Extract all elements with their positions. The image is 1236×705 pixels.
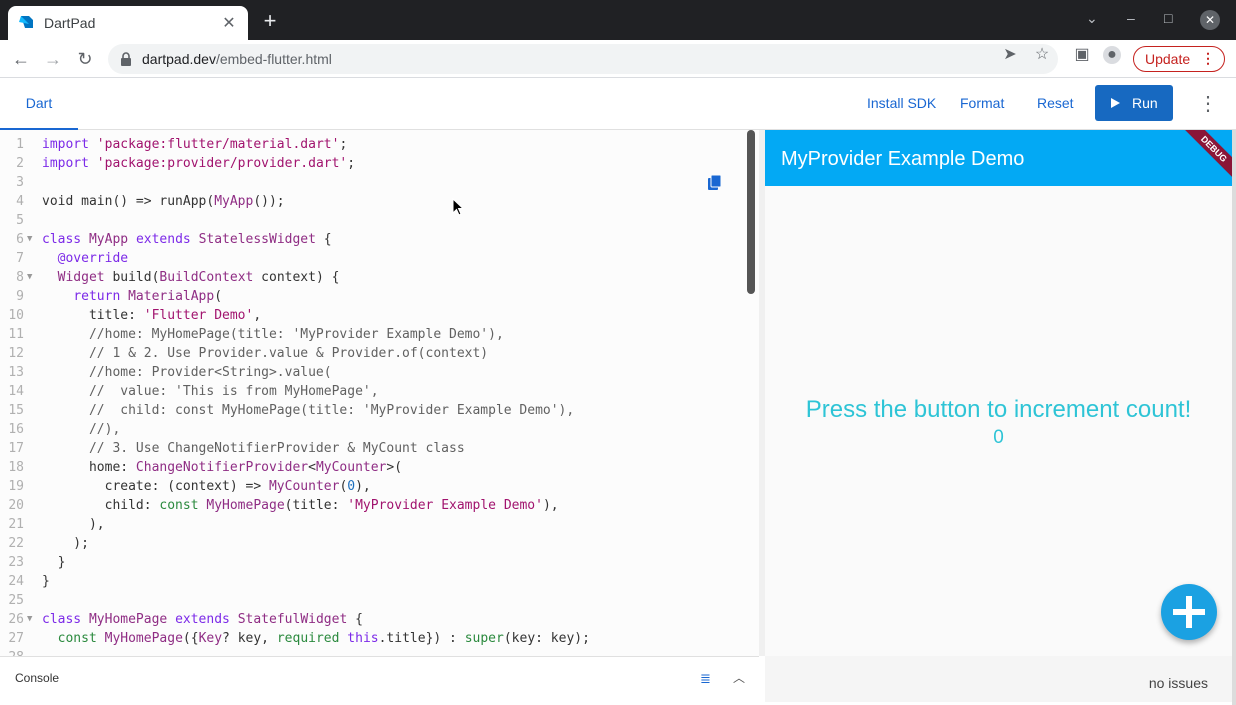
increment-message: Press the button to increment count! — [805, 396, 1192, 423]
run-label: Run — [1132, 95, 1158, 111]
chrome-menu-icon[interactable]: ⋮ — [1201, 50, 1215, 67]
code-line: 18 home: ChangeNotifierProvider<MyCounte… — [8, 460, 403, 475]
side-panel-icon[interactable]: ▣ — [1073, 46, 1091, 64]
update-label: Update — [1145, 51, 1191, 67]
code-line: 9 return MaterialApp( — [16, 289, 223, 304]
increment-fab-button[interactable] — [1161, 584, 1217, 640]
code-line: 4 void main() => runApp(MyApp()); — [16, 194, 285, 209]
console-bar: Console ≣ ︿ — [0, 656, 759, 702]
tab-dart[interactable]: Dart — [0, 78, 78, 130]
status-bar: no issues — [765, 656, 1232, 702]
code-line: 12 // 1 & 2. Use Provider.value & Provid… — [8, 346, 489, 361]
code-line: 3 — [16, 175, 24, 190]
fold-arrow-icon[interactable]: ▼ — [27, 268, 32, 287]
code-line: 21 ), — [8, 517, 105, 532]
code-line: 20 child: const MyHomePage(title: 'MyPro… — [8, 498, 559, 513]
code-editor[interactable]: 1 import 'package:flutter/material.dart';… — [0, 130, 759, 656]
app-title: MyProvider Example Demo — [781, 148, 1025, 170]
code-line: 7 @override — [16, 251, 129, 266]
code-line: 28 — [0, 648, 745, 656]
forward-icon[interactable]: → — [42, 48, 64, 70]
code-line: 13 //home: Provider<String>.value( — [8, 365, 332, 380]
tab-search-icon[interactable]: ⌄ — [1086, 10, 1098, 27]
window-close-icon[interactable]: ✕ — [1200, 10, 1220, 30]
code-line: 15 // child: const MyHomePage(title: 'My… — [8, 403, 575, 418]
code-line: 14 // value: 'This is from MyHomePage', — [8, 384, 379, 399]
more-vert-icon[interactable]: ⋮ — [1198, 92, 1218, 116]
browser-tab[interactable]: DartPad ✕ — [8, 6, 248, 40]
profile-avatar-icon[interactable]: ● — [1103, 46, 1121, 64]
url-host: dartpad.dev — [142, 51, 216, 67]
issues-status[interactable]: no issues — [1149, 675, 1208, 691]
code-line: 16 //), — [8, 422, 121, 437]
reload-icon[interactable]: ↻ — [74, 48, 96, 70]
clear-console-icon[interactable]: ≣ — [700, 671, 711, 687]
fold-arrow-icon[interactable]: ▼ — [27, 230, 32, 249]
mouse-cursor-icon — [452, 198, 465, 216]
format-button[interactable]: Format — [960, 78, 1004, 130]
tab-close-icon[interactable]: ✕ — [220, 13, 238, 33]
chevron-up-icon[interactable]: ︿ — [733, 669, 745, 686]
update-button[interactable]: Update ⋮ — [1133, 46, 1225, 72]
code-line: 1 import 'package:flutter/material.dart'; — [16, 137, 348, 152]
run-button[interactable]: Run — [1095, 85, 1173, 121]
maximize-icon[interactable]: □ — [1164, 10, 1172, 26]
dart-logo-icon — [19, 16, 33, 28]
code-line: 17 // 3. Use ChangeNotifierProvider & My… — [8, 441, 465, 456]
code-line: 27 const MyHomePage({Key? key, required … — [8, 631, 590, 646]
code-lines: 1 import 'package:flutter/material.dart';… — [0, 135, 745, 656]
new-tab-button[interactable]: + — [260, 10, 280, 32]
install-sdk-link[interactable]: Install SDK — [867, 78, 936, 130]
code-line: 23 } — [8, 555, 66, 570]
code-line: 25 — [8, 593, 24, 608]
editor-scrollbar[interactable] — [747, 130, 755, 294]
tab-title: DartPad — [44, 15, 96, 31]
dartpad-header: Dart Install SDK Format Reset Run ⋮ — [0, 78, 1236, 130]
address-bar[interactable]: dartpad.dev/embed-flutter.html — [108, 44, 1058, 74]
copy-code-icon[interactable] — [707, 175, 723, 191]
window-edge — [1232, 130, 1236, 705]
code-line: 10 title: 'Flutter Demo', — [8, 308, 262, 323]
code-line: 8 ▼ Widget build(BuildContext context) { — [16, 268, 340, 287]
back-icon[interactable]: ← — [10, 48, 32, 70]
browser-toolbar: ← → ↻ dartpad.dev/embed-flutter.html ➤ ☆… — [0, 40, 1236, 78]
star-icon[interactable]: ☆ — [1033, 46, 1051, 64]
lock-icon — [121, 52, 131, 66]
send-icon[interactable]: ➤ — [1001, 46, 1019, 64]
browser-tab-strip: DartPad ✕ + ⌄ – □ ✕ — [0, 0, 1236, 40]
play-icon — [1111, 98, 1120, 108]
code-line: 24} — [8, 574, 50, 589]
code-line: 11 //home: MyHomePage(title: 'MyProvider… — [8, 327, 504, 342]
code-line: 6 ▼ class MyApp extends StatelessWidget { — [16, 230, 332, 249]
console-label: Console — [15, 671, 60, 685]
app-bar: MyProvider Example Demo — [765, 130, 1232, 186]
minimize-icon[interactable]: – — [1127, 10, 1135, 26]
reset-button[interactable]: Reset — [1037, 78, 1074, 130]
code-line: 26 ▼ class MyHomePage extends StatefulWidg… — [8, 610, 363, 629]
code-line: 2 import 'package:provider/provider.dart'… — [16, 156, 356, 171]
counter-value: 0 — [993, 427, 1004, 448]
code-line: 5 — [16, 213, 24, 228]
fold-arrow-icon[interactable]: ▼ — [27, 610, 32, 629]
app-preview: MyProvider Example Demo DEBUG Press the … — [765, 130, 1232, 656]
url-path: /embed-flutter.html — [215, 51, 332, 67]
code-line: 22 ); — [8, 536, 89, 551]
code-line: 19 create: (context) => MyCounter(0), — [8, 479, 371, 494]
